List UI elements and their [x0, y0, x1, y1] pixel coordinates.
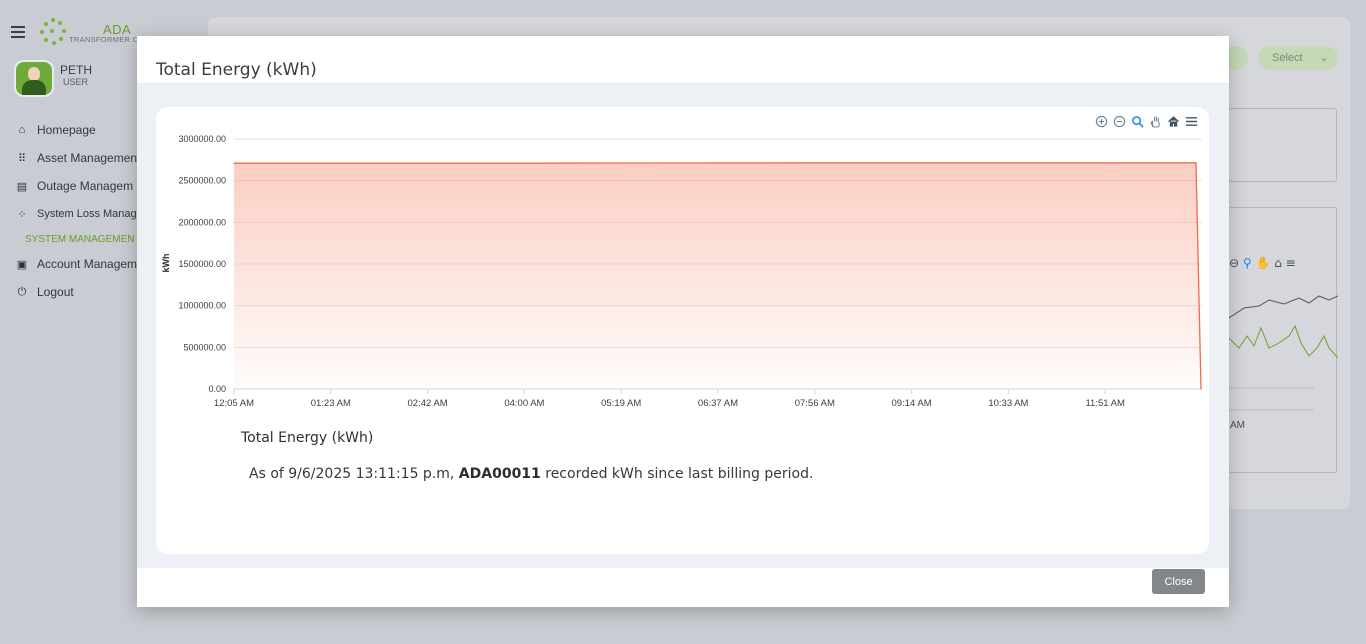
sidebar-item-label: Account Managem — [37, 257, 138, 271]
caption-title: Total Energy (kWh) — [241, 430, 374, 446]
zoom-in-icon[interactable] — [1093, 114, 1109, 128]
data-point — [717, 162, 719, 164]
sidebar-item-label: Homepage — [37, 123, 96, 137]
data-point — [427, 162, 429, 164]
caption-prefix: As of 9/6/2025 13:11:15 p.m, — [249, 466, 459, 482]
user-role: USER — [63, 77, 89, 87]
y-tick-label: 3000000.00 — [178, 134, 226, 144]
sidebar-item-label: Outage Managem — [37, 179, 134, 193]
data-point — [1104, 162, 1106, 164]
sidebar-item-account-management[interactable]: ▣ Account Managem — [0, 250, 140, 278]
data-point — [1195, 162, 1197, 164]
user-profile: PETH USER — [16, 62, 92, 95]
modal-title: Total Energy (kWh) — [156, 60, 317, 80]
modal-body: 0.00 500000.00 1000000.00 1500000.00 2000000… — [137, 84, 1229, 568]
chevron-down-icon: ⌄ — [1319, 52, 1329, 64]
series-area — [234, 162, 1201, 389]
caption-device-id: ADA00011 — [458, 466, 541, 482]
y-axis-label: kWh — [161, 254, 171, 273]
y-tick-label: 2500000.00 — [178, 176, 226, 186]
x-tick-label: 12:05 AM — [214, 398, 254, 407]
data-point — [620, 162, 622, 164]
data-point — [233, 162, 235, 164]
grid-icon: ⠿ — [17, 152, 27, 165]
select-label: Select — [1272, 52, 1303, 64]
x-tick-label: 07:56 AM — [795, 398, 835, 407]
data-point — [1007, 162, 1010, 164]
menu-icon[interactable] — [1183, 114, 1199, 128]
home-icon: ⌂ — [18, 124, 26, 136]
close-button[interactable]: Close — [1152, 569, 1205, 594]
chart-toolbar — [1093, 114, 1199, 128]
sidebar-item-label: Asset Managemen — [37, 151, 138, 165]
energy-chart: 0.00 500000.00 1000000.00 1500000.00 2000000… — [161, 134, 1202, 407]
sidebar-item-asset-management[interactable]: ⠿ Asset Managemen — [0, 144, 140, 172]
sidebar-item-system-loss[interactable]: ⁘ System Loss Manag — [0, 200, 140, 228]
zoom-out-icon[interactable] — [1111, 114, 1127, 128]
sidebar-item-homepage[interactable]: ⌂ Homepage — [0, 116, 140, 144]
y-tick-label: 1500000.00 — [178, 259, 226, 269]
magnify-icon[interactable] — [1129, 114, 1145, 128]
data-point — [1200, 388, 1202, 390]
x-tick-label: 02:42 AM — [408, 398, 448, 407]
caption-text: As of 9/6/2025 13:11:15 p.m, ADA00011 re… — [249, 466, 813, 482]
sidebar-item-outage-management[interactable]: ▤ Outage Managem — [0, 172, 140, 200]
x-tick-label: 04:00 AM — [504, 398, 544, 407]
clipboard-icon: ▤ — [16, 180, 28, 193]
x-tick-label: 09:14 AM — [892, 398, 932, 407]
lock-icon: ▣ — [16, 258, 28, 271]
sidebar-item-label: System Loss Manag — [37, 208, 137, 220]
data-point — [911, 162, 913, 164]
sidebar-item-system-management[interactable]: SYSTEM MANAGEMEN — [0, 228, 140, 250]
chart-card: 0.00 500000.00 1000000.00 1500000.00 2000000… — [156, 107, 1209, 554]
x-tick-label: 06:37 AM — [698, 398, 738, 407]
x-tick-label: 10:33 AM — [988, 398, 1028, 407]
logo-icon — [38, 18, 68, 46]
data-point — [523, 162, 525, 164]
x-tick-label: 01:23 AM — [311, 398, 351, 407]
data-point — [330, 162, 332, 164]
data-point — [814, 162, 816, 164]
background-panel — [1228, 108, 1337, 182]
avatar — [16, 62, 52, 95]
spinner-icon: ⁘ — [17, 208, 27, 221]
y-tick-label: 500000.00 — [183, 342, 226, 352]
home-icon[interactable] — [1165, 114, 1181, 128]
hamburger-menu-icon[interactable] — [11, 26, 25, 38]
y-tick-label: 2000000.00 — [178, 217, 226, 227]
power-icon: ⏻ — [17, 285, 27, 298]
sidebar-item-label: Logout — [37, 285, 74, 299]
modal-header: Total Energy (kWh) — [137, 36, 1229, 84]
background-mini-chart — [1228, 295, 1339, 411]
background-axis-label: AM — [1230, 420, 1245, 431]
x-tick-label: 11:51 AM — [1085, 398, 1125, 407]
y-tick-label: 1000000.00 — [178, 301, 226, 311]
sidebar-item-logout[interactable]: ⏻ Logout — [0, 278, 140, 306]
background-chart-toolbar: ⊖ ⚲ ✋ ⌂ ≡ — [1229, 256, 1296, 270]
period-select[interactable]: Select ⌄ — [1258, 46, 1338, 70]
user-name: PETH — [60, 63, 93, 77]
total-energy-modal: Total Energy (kWh) 0.00 500000.00 1000000.… — [137, 36, 1229, 607]
x-tick-label: 05:19 AM — [601, 398, 641, 407]
y-tick-label: 0.00 — [208, 384, 226, 394]
caption-suffix: recorded kWh since last billing period. — [540, 466, 814, 482]
sidebar-nav: ⌂ Homepage ⠿ Asset Managemen ▤ Outage Ma… — [0, 116, 140, 306]
background-chart-panel — [1228, 207, 1339, 473]
brand-subtitle: TRANSFORMER C — [69, 35, 139, 44]
modal-footer: Close — [137, 568, 1229, 607]
pan-hand-icon[interactable] — [1147, 114, 1163, 128]
